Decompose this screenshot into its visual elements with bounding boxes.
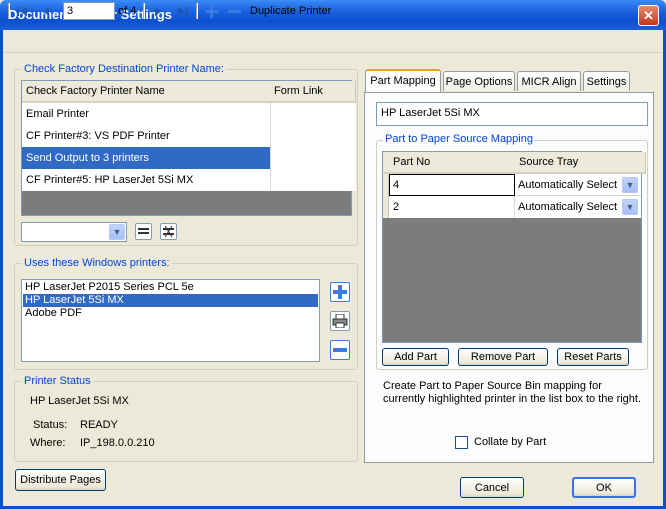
part-no-cell[interactable]: 2: [389, 196, 515, 218]
table-row[interactable]: CF Printer#5: HP LaserJet 5Si MX: [22, 169, 274, 191]
source-tray-value: Automatically Select: [518, 201, 618, 213]
unlink-icon: [163, 226, 174, 237]
remove-windows-printer-button[interactable]: [330, 340, 350, 360]
tab-part-mapping[interactable]: Part Mapping: [365, 69, 441, 93]
list-item[interactable]: HP LaserJet P2015 Series PCL 5e: [23, 281, 318, 294]
toolbar-grip: [8, 3, 10, 19]
chevron-down-icon: ▼: [622, 199, 638, 215]
list-item-selected[interactable]: HP LaserJet 5Si MX: [23, 294, 318, 307]
table-row[interactable]: CF Printer#3: VS PDF Printer: [22, 125, 274, 148]
part-no-cell[interactable]: 4: [389, 174, 515, 196]
list-item[interactable]: Adobe PDF: [23, 307, 318, 320]
source-tray-value: Automatically Select: [518, 179, 618, 191]
status-label: Status:: [33, 419, 68, 431]
reset-parts-button[interactable]: Reset Parts: [557, 348, 629, 366]
column-header[interactable]: Source Tray: [515, 152, 646, 174]
column-header[interactable]: Form Link: [270, 81, 356, 103]
column-header[interactable]: Check Factory Printer Name: [22, 81, 275, 103]
add-part-button[interactable]: Add Part: [382, 348, 449, 366]
add-windows-printer-button[interactable]: [330, 282, 350, 302]
add-record-icon[interactable]: [203, 3, 219, 19]
tab-settings[interactable]: Settings: [583, 71, 630, 91]
form-link-cell[interactable]: [270, 169, 356, 191]
column-header[interactable]: Part No: [389, 152, 520, 174]
remove-part-button[interactable]: Remove Part: [458, 348, 548, 366]
previous-record-icon[interactable]: [38, 3, 54, 19]
unlink-form-button[interactable]: [160, 223, 177, 240]
duplicate-printer-button[interactable]: Duplicate Printer: [250, 5, 331, 17]
source-tray-select[interactable]: Automatically Select ▼: [515, 196, 641, 218]
close-button[interactable]: ✕: [638, 5, 659, 26]
plus-icon: [333, 285, 347, 299]
current-page-input[interactable]: 3: [63, 2, 115, 20]
minus-icon: [333, 348, 347, 352]
distribute-pages-button[interactable]: Distribute Pages: [15, 469, 106, 491]
delete-record-icon[interactable]: [226, 3, 242, 19]
last-record-icon[interactable]: [174, 3, 190, 19]
windows-printers-label: Uses these Windows printers:: [22, 257, 172, 269]
link-icon: [138, 228, 149, 234]
part-mapping-help-text: Create Part to Paper Source Bin mapping …: [383, 380, 642, 405]
source-tray-select[interactable]: Automatically Select ▼: [515, 174, 641, 196]
table-row[interactable]: Email Printer: [22, 103, 274, 126]
windows-printer-list[interactable]: HP LaserJet P2015 Series PCL 5e HP Laser…: [21, 279, 320, 362]
first-record-icon[interactable]: [14, 3, 30, 19]
form-link-dropdown[interactable]: ▼: [21, 222, 127, 242]
close-icon: ✕: [643, 7, 654, 23]
chevron-down-icon: ▼: [109, 224, 125, 240]
page-count-label: of 4: [118, 5, 137, 17]
factory-printer-grid: Check Factory Printer Name Form Link Ema…: [21, 80, 356, 216]
next-record-icon[interactable]: [150, 3, 166, 19]
part-source-group-label: Part to Paper Source Mapping: [383, 133, 535, 145]
tab-page-options[interactable]: Page Options: [443, 71, 515, 91]
part-mapping-grid: Part No Source Tray 4 Automatically Sele…: [382, 151, 646, 343]
status-printer-name: HP LaserJet 5Si MX: [30, 395, 129, 407]
status-value: READY: [80, 419, 118, 431]
collate-label: Collate by Part: [474, 436, 547, 448]
toolbar-separator: [143, 3, 145, 19]
printer-properties-button[interactable]: [330, 311, 350, 331]
factory-group-label: Check Factory Destination Printer Name:: [22, 63, 226, 75]
printer-icon: [332, 314, 348, 328]
collate-checkbox[interactable]: [455, 436, 468, 449]
where-value: IP_198.0.0.210: [80, 437, 155, 449]
cancel-button[interactable]: Cancel: [460, 477, 524, 498]
form-link-cell[interactable]: [270, 147, 356, 170]
form-link-cell[interactable]: [270, 125, 356, 148]
ok-button[interactable]: OK: [572, 477, 636, 498]
link-form-button[interactable]: [135, 223, 152, 240]
selected-printer-field[interactable]: HP LaserJet 5Si MX: [376, 102, 648, 126]
printer-status-label: Printer Status: [22, 375, 93, 387]
record-navigator: [4, 31, 662, 53]
where-label: Where:: [30, 437, 66, 449]
chevron-down-icon: ▼: [622, 177, 638, 193]
table-row-selected[interactable]: Send Output to 3 printers: [22, 147, 274, 170]
tab-micr-align[interactable]: MICR Align: [517, 71, 581, 91]
toolbar-separator: [196, 3, 198, 19]
form-link-cell[interactable]: [270, 103, 356, 126]
